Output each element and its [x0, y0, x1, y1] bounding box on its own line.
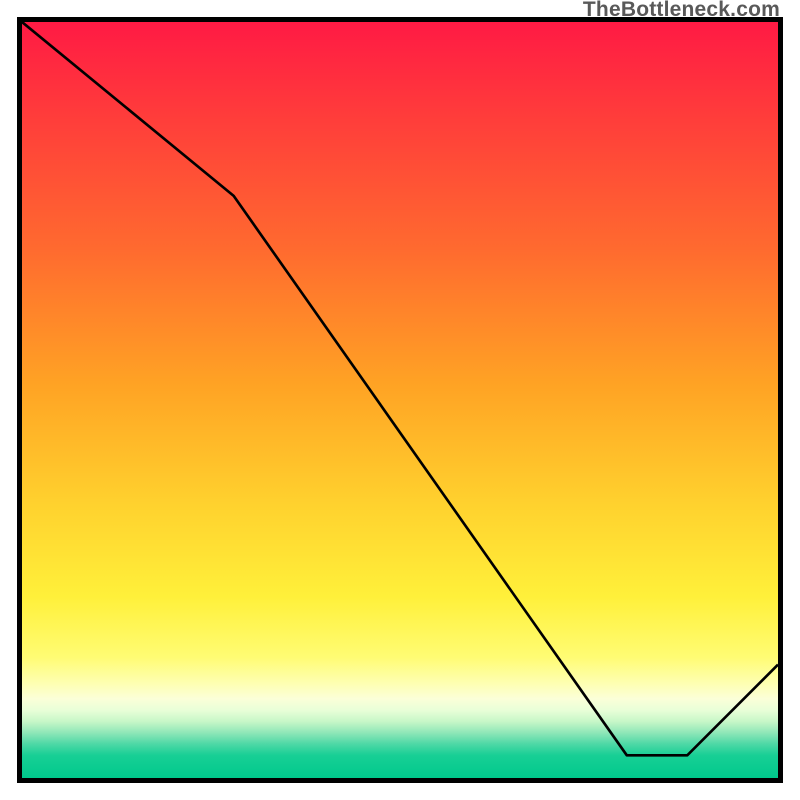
- plot-area: [17, 17, 783, 783]
- bottleneck-curve: [22, 22, 778, 755]
- bottleneck-chart: TheBottleneck.com: [0, 0, 800, 800]
- line-plot-svg: [22, 22, 778, 778]
